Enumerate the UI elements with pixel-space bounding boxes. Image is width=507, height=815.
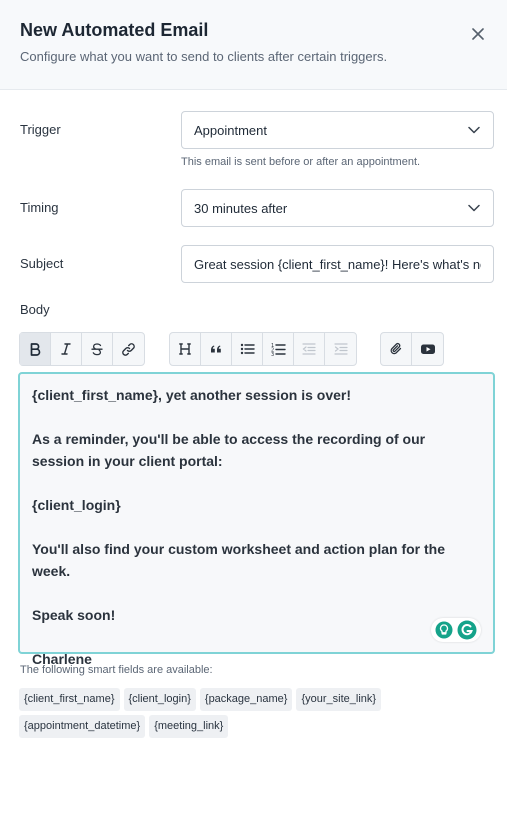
svg-text:3: 3 — [271, 352, 274, 356]
subject-input-value: Great session {client_first_name}! Here'… — [194, 256, 481, 272]
body-line: As a reminder, you'll be able to access … — [32, 431, 426, 469]
smart-field-chip[interactable]: {package_name} — [199, 688, 293, 711]
lightbulb-icon[interactable] — [435, 621, 453, 639]
smart-fields-list: {client_first_name} {client_login} {pack… — [19, 688, 489, 738]
smart-field-chip[interactable]: {meeting_link} — [149, 715, 229, 738]
grammarly-widget[interactable] — [431, 618, 481, 642]
bold-icon[interactable] — [20, 333, 51, 365]
media-toolbar — [380, 332, 444, 366]
subject-input[interactable]: Great session {client_first_name}! Here'… — [181, 245, 494, 283]
trigger-label: Trigger — [20, 122, 61, 137]
heading-icon[interactable] — [170, 333, 201, 365]
smart-field-chip[interactable]: {client_first_name} — [19, 688, 120, 711]
timing-select[interactable]: 30 minutes after — [181, 189, 494, 227]
italic-icon[interactable] — [51, 333, 82, 365]
smart-field-chip[interactable]: {client_login} — [123, 688, 196, 711]
indent-icon[interactable] — [325, 333, 356, 365]
numbered-list-icon[interactable]: 123 — [263, 333, 294, 365]
body-label: Body — [20, 302, 50, 317]
smart-field-chip[interactable]: {your_site_link} — [296, 688, 382, 711]
block-toolbar: 123 — [169, 332, 357, 366]
body-line: You'll also find your custom worksheet a… — [32, 541, 446, 579]
timing-label: Timing — [20, 200, 59, 215]
trigger-select-value: Appointment — [194, 122, 267, 138]
email-body-editor[interactable]: {client_first_name}, yet another session… — [18, 372, 495, 667]
smart-fields-title: The following smart fields are available… — [20, 664, 213, 676]
modal-title: New Automated Email — [20, 20, 209, 40]
trigger-select[interactable]: Appointment — [181, 111, 494, 149]
quote-icon[interactable] — [201, 333, 232, 365]
outdent-icon[interactable] — [294, 333, 325, 365]
link-icon[interactable] — [113, 333, 144, 365]
modal-subtitle: Configure what you want to send to clien… — [20, 49, 388, 64]
attachment-icon[interactable] — [381, 333, 412, 365]
video-icon[interactable] — [412, 333, 443, 365]
chevron-down-icon — [467, 123, 481, 137]
smart-field-chip[interactable]: {appointment_datetime} — [19, 715, 146, 738]
bulleted-list-icon[interactable] — [232, 333, 263, 365]
trigger-hint: This email is sent before or after an ap… — [181, 156, 421, 168]
chevron-down-icon — [467, 201, 481, 215]
body-line: {client_login} — [32, 497, 121, 513]
body-line: Speak soon! — [32, 607, 116, 623]
body-line: {client_first_name}, yet another session… — [32, 387, 352, 403]
format-toolbar — [19, 332, 145, 366]
timing-select-value: 30 minutes after — [194, 200, 288, 216]
strikethrough-icon[interactable] — [82, 333, 113, 365]
subject-label: Subject — [20, 256, 64, 271]
grammarly-icon[interactable] — [457, 620, 477, 640]
close-icon[interactable] — [468, 24, 488, 44]
modal-header: New Automated Email Configure what you w… — [0, 0, 507, 90]
